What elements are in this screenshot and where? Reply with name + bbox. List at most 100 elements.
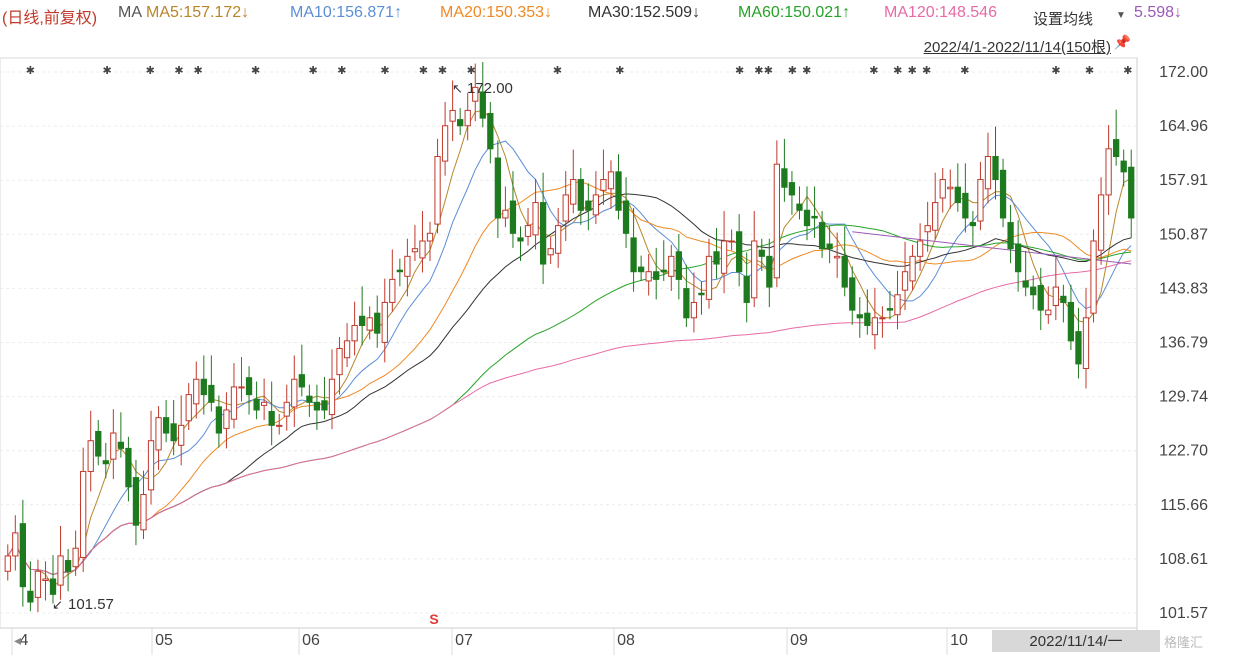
candle-body (1045, 309, 1052, 316)
candle-body (909, 255, 916, 282)
candle (230, 363, 238, 429)
candle-body (939, 179, 946, 199)
candle-body (788, 182, 796, 196)
annotations: 172.00 ↖ 101.57 ↙ S (52, 80, 513, 627)
candle (411, 224, 419, 261)
candle-body (675, 251, 682, 280)
event-marker-icon: ✱ (467, 64, 476, 77)
y-tick-label: 164.96 (1159, 118, 1208, 135)
candle (110, 409, 117, 480)
candle-body (818, 222, 826, 250)
candle (856, 297, 863, 338)
candle (426, 221, 434, 261)
candle-body (901, 271, 909, 291)
candle-body (419, 240, 426, 259)
candle-body (1007, 222, 1014, 250)
candle-body (162, 417, 170, 434)
candle-body (653, 271, 660, 280)
y-tick-label: 108.61 (1159, 551, 1208, 568)
candle (562, 171, 569, 241)
candle (298, 344, 305, 397)
candle-body (147, 440, 155, 491)
candle (140, 470, 147, 540)
y-tick-label: 157.91 (1159, 172, 1208, 189)
candle-body (253, 398, 260, 411)
candle-body (864, 312, 871, 326)
event-marker-icon: ✱ (337, 64, 346, 77)
candle (125, 436, 132, 502)
event-marker-icon: ✱ (893, 64, 902, 77)
candle-body (359, 315, 366, 326)
candle (4, 544, 11, 581)
candle (773, 140, 780, 288)
candle (570, 149, 577, 214)
candle-body (630, 237, 637, 273)
event-marker-icon: ✱ (251, 64, 260, 77)
candle (343, 323, 351, 367)
candle (147, 410, 155, 505)
event-marker-icon: ✱ (764, 64, 773, 77)
candle-body (999, 169, 1007, 219)
candle-body (64, 560, 72, 572)
candle (1030, 275, 1037, 310)
ma-line-ma5 (7, 109, 1132, 588)
candle-body (487, 112, 494, 150)
event-marker-icon: ✱ (553, 64, 562, 77)
candle (637, 255, 645, 281)
candle (185, 383, 192, 430)
candle (781, 138, 788, 202)
candle (849, 266, 856, 325)
candle (359, 286, 366, 346)
candle (547, 237, 554, 265)
arrow-icon: ↙ (52, 598, 63, 613)
candle-body (585, 200, 592, 211)
candle-body (826, 243, 833, 250)
y-tick-label: 150.87 (1159, 226, 1208, 243)
candle-body (992, 155, 999, 181)
candle-body (27, 590, 34, 603)
candle (622, 177, 630, 248)
candle-body (1037, 285, 1044, 311)
event-marker-icon: ✱ (802, 64, 811, 77)
candle (834, 232, 841, 278)
candle (954, 163, 961, 212)
event-marker-icon: ✱ (615, 64, 624, 77)
candle (1052, 257, 1059, 321)
candle (351, 301, 358, 356)
candle (260, 378, 268, 420)
candle-body (72, 547, 79, 568)
candle (502, 186, 509, 228)
candle (1014, 220, 1022, 292)
candle-body (766, 255, 773, 288)
candle-body (811, 215, 818, 219)
event-marker-icon: ✱ (788, 64, 797, 77)
candle-body (1030, 286, 1037, 296)
candle (683, 264, 690, 328)
event-marker-icon: ✱ (146, 64, 155, 77)
candle-body (690, 301, 698, 319)
candle (19, 499, 26, 607)
candle (1067, 284, 1075, 351)
candle (592, 171, 600, 225)
candle-body (298, 374, 305, 388)
candle-body (856, 314, 863, 319)
candlestick-chart[interactable]: ✱ ✱ ✱ ✱ ✱ ✱ ✱ ✱ ✱ ✱ ✱ ✱ ✱ ✱ ✱ ✱ ✱ ✱ ✱ ✱ ✱ ✱ ✱ ✱ ✱ ✱ ✱ 172.00164.96… (0, 0, 1239, 655)
candle-body (969, 222, 977, 227)
candle (600, 149, 607, 205)
candle (939, 168, 946, 213)
event-marker-icon: ✱ (102, 64, 111, 77)
candle-body (645, 271, 652, 282)
candle-body (1060, 295, 1067, 303)
candle-body (230, 386, 238, 420)
candle-body (728, 240, 735, 243)
candle-body (404, 255, 411, 277)
candle (336, 337, 343, 395)
candle-body (1105, 148, 1112, 196)
candle-body (208, 384, 215, 403)
candle-body (12, 532, 19, 557)
event-marker-icon: ✱ (26, 64, 35, 77)
candle-body (313, 401, 321, 411)
candle-body (4, 555, 11, 572)
candle (42, 561, 49, 601)
candle (879, 306, 886, 338)
